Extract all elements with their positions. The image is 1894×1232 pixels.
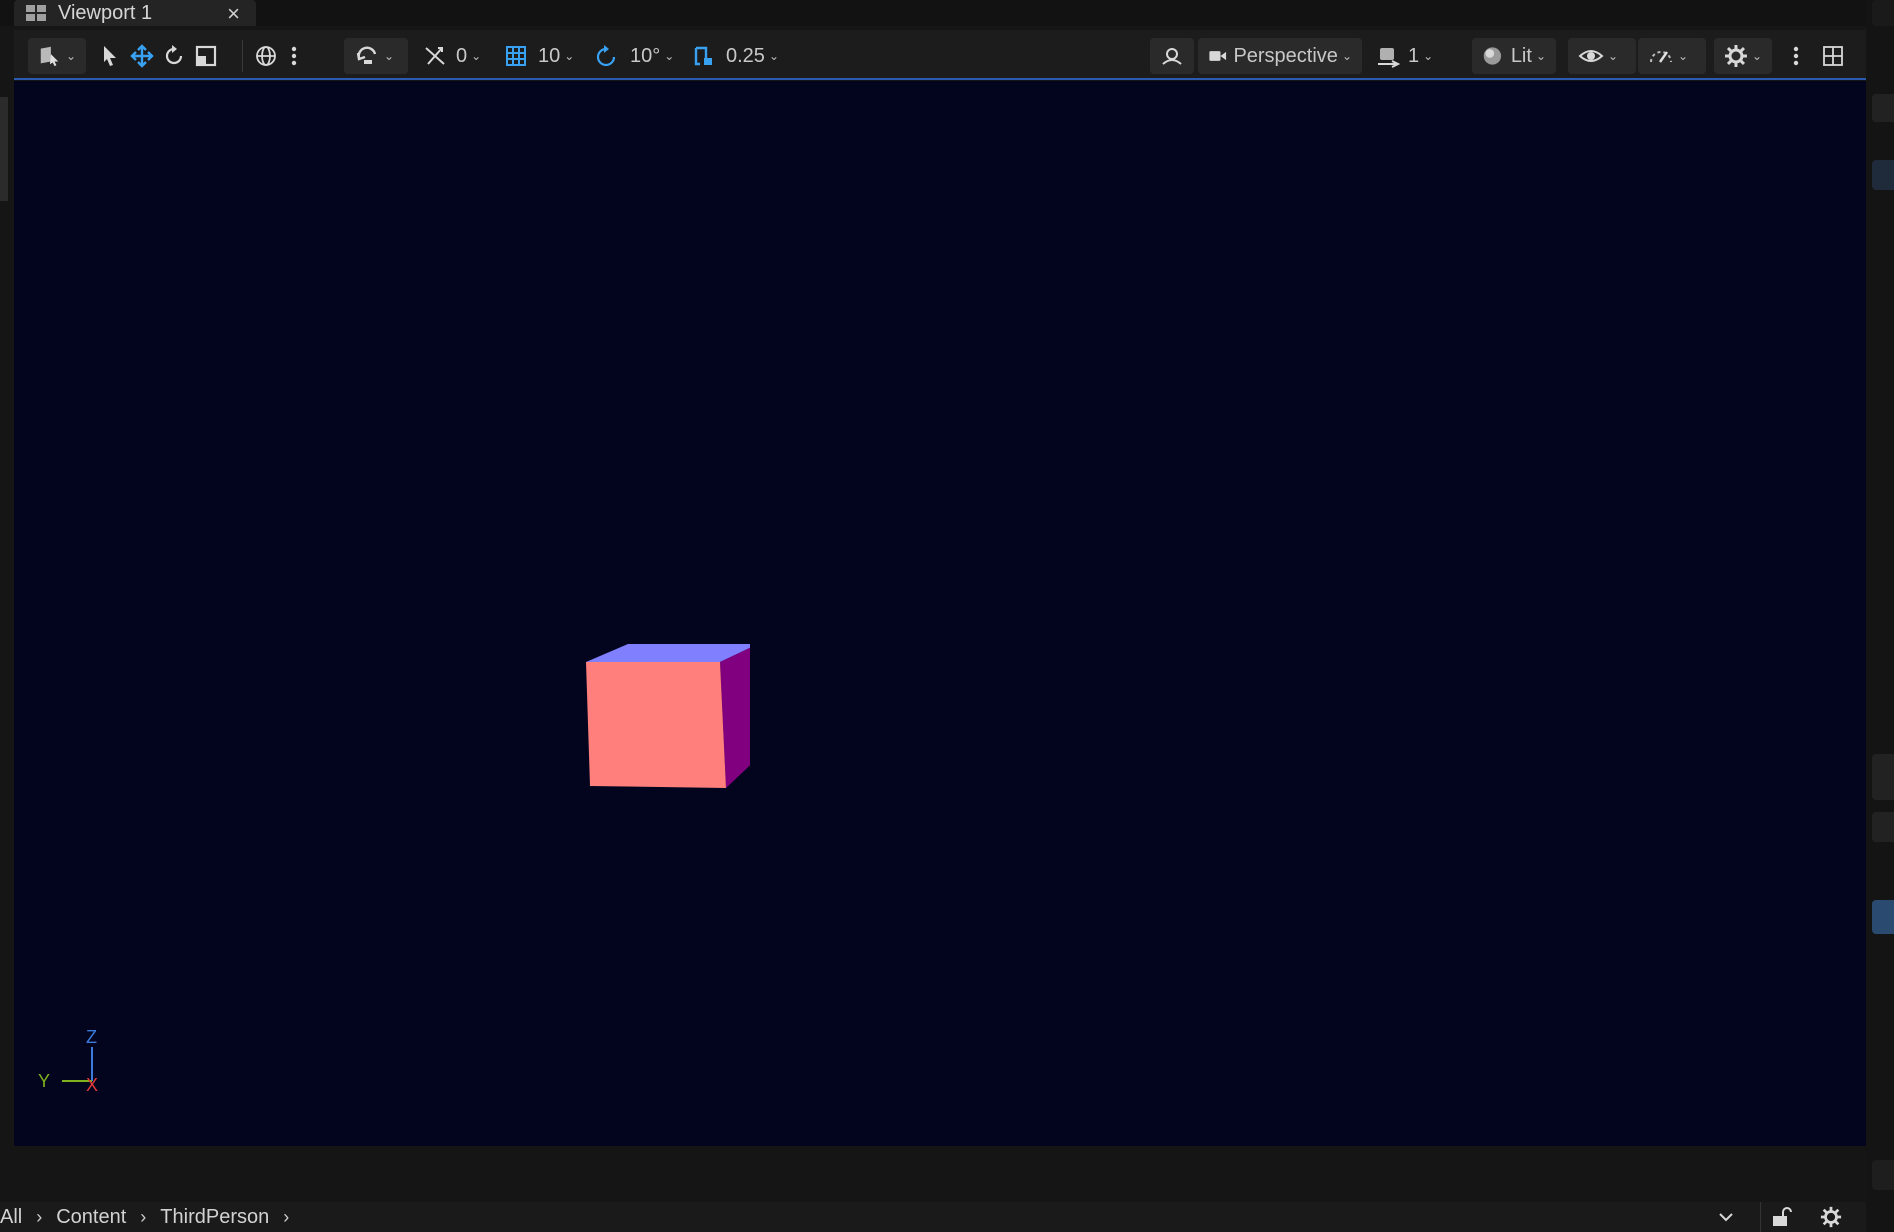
- unlock-icon: [1773, 1207, 1792, 1226]
- pointer-icon: [104, 46, 116, 66]
- cinematic-camera-icon: [1378, 48, 1401, 68]
- breadcrumb: All › Content › ThirdPerson ›: [0, 1202, 1866, 1232]
- camera-count-dropdown[interactable]: 1 ⌄: [1376, 38, 1433, 74]
- chevron-right-icon[interactable]: ›: [140, 1207, 146, 1228]
- selection-mode-dropdown[interactable]: ⌄: [28, 38, 86, 74]
- camera-count-value: 1: [1408, 44, 1420, 67]
- move-icon: [130, 44, 154, 68]
- gear-icon: [1820, 1206, 1842, 1228]
- realtime-icon: [1650, 51, 1672, 63]
- chevron-right-icon[interactable]: ›: [283, 1207, 289, 1228]
- performance-dropdown[interactable]: ⌄: [1638, 38, 1706, 74]
- history-dropdown-button[interactable]: [1716, 1202, 1736, 1232]
- scroll-down-icon[interactable]: [1872, 1160, 1894, 1190]
- breadcrumb-item-all[interactable]: All: [0, 1206, 22, 1229]
- location-snap-value: 0: [456, 44, 468, 67]
- lit-mode-label: Lit: [1510, 44, 1532, 67]
- rotate-icon: [165, 45, 183, 65]
- content-browser-header: [0, 1146, 1866, 1202]
- lit-sphere-icon: [1483, 47, 1502, 65]
- axis-z-label: Z: [86, 1027, 97, 1047]
- lit-mode-dropdown[interactable]: Lit ⌄: [1472, 38, 1556, 74]
- content-settings-button[interactable]: [1820, 1202, 1842, 1232]
- cube-front-face: [586, 662, 726, 788]
- grid-snap-value: 10: [538, 44, 561, 67]
- viewport-layout-button[interactable]: [1822, 38, 1844, 74]
- viewport-grid-icon: [26, 5, 46, 21]
- select-mode-icon: [40, 46, 59, 67]
- lock-button[interactable]: [1770, 1202, 1792, 1232]
- left-edge-panel: [0, 81, 10, 1146]
- view-mode-dropdown[interactable]: Perspective ⌄: [1198, 38, 1362, 74]
- scale-snap-toggle[interactable]: 0.25 ⌄: [692, 38, 779, 74]
- surface-snap-dropdown[interactable]: ⌄: [344, 38, 408, 74]
- scale-snap-icon: [694, 46, 712, 66]
- axis-gizmo: Z Y X: [38, 1027, 98, 1091]
- grid-snap-toggle[interactable]: 10 ⌄: [504, 38, 574, 74]
- breadcrumb-item-thirdperson[interactable]: ThirdPerson: [160, 1206, 269, 1229]
- world-local-toggle[interactable]: [254, 38, 278, 74]
- grid-snap-icon: [506, 46, 526, 66]
- rotation-snap-toggle[interactable]: 10° ⌄: [594, 38, 674, 74]
- axis-y-label: Y: [38, 1071, 50, 1091]
- chevron-down-icon: [1719, 1213, 1733, 1222]
- scale-icon: [195, 45, 217, 67]
- 3d-viewport[interactable]: Z Y X: [14, 81, 1866, 1146]
- vertical-dots-icon: [1793, 46, 1799, 66]
- axis-x-label: X: [86, 1075, 98, 1091]
- scale-tool-button[interactable]: [194, 38, 218, 74]
- cube-mesh[interactable]: [570, 636, 750, 806]
- gear-icon: [1724, 45, 1747, 67]
- rotate-tool-button[interactable]: [162, 38, 186, 74]
- transform-more-button[interactable]: [290, 38, 298, 74]
- globe-icon: [256, 46, 276, 66]
- location-snap-toggle[interactable]: 0 ⌄: [422, 38, 481, 74]
- vertical-dots-icon: [291, 46, 297, 66]
- rotation-snap-value: 10°: [630, 44, 661, 67]
- tab-viewport-1[interactable]: Viewport 1 ×: [14, 0, 256, 26]
- breadcrumb-item-content[interactable]: Content: [56, 1206, 126, 1229]
- chevron-right-icon[interactable]: ›: [36, 1207, 42, 1228]
- right-side-panel-edge: [1866, 0, 1894, 1232]
- camera-speed-button[interactable]: [1150, 38, 1194, 74]
- scale-snap-value: 0.25: [726, 44, 765, 67]
- camera-speed-icon: [1162, 48, 1182, 65]
- view-mode-label: Perspective: [1233, 44, 1338, 67]
- translate-tool-button[interactable]: [130, 38, 154, 74]
- surface-snap-icon: [356, 46, 377, 64]
- rotation-snap-icon: [596, 45, 616, 67]
- viewport-options-button[interactable]: [1792, 38, 1800, 74]
- eye-icon: [1578, 50, 1604, 62]
- layout-grid-icon: [1823, 46, 1843, 66]
- close-icon[interactable]: ×: [227, 1, 240, 27]
- location-snap-icon: [425, 47, 445, 65]
- cube-top-face: [586, 644, 750, 662]
- tab-bar: Viewport 1 ×: [0, 0, 1894, 26]
- viewport-settings-dropdown[interactable]: ⌄: [1714, 38, 1772, 74]
- tab-title: Viewport 1: [58, 1, 153, 24]
- video-camera-icon: [1209, 51, 1227, 61]
- viewport-toolbar: ⌄ ⌄ 0 ⌄ 10 ⌄ 10° ⌄ 0.25 ⌄ Perspective ⌄ …: [14, 30, 1866, 80]
- outliner-visibility-icon[interactable]: [1872, 94, 1894, 122]
- select-tool-button[interactable]: [100, 38, 120, 74]
- details-edit-icon[interactable]: [1872, 812, 1894, 842]
- show-flags-dropdown[interactable]: ⌄: [1568, 38, 1636, 74]
- outliner-selected-row[interactable]: [1872, 160, 1894, 190]
